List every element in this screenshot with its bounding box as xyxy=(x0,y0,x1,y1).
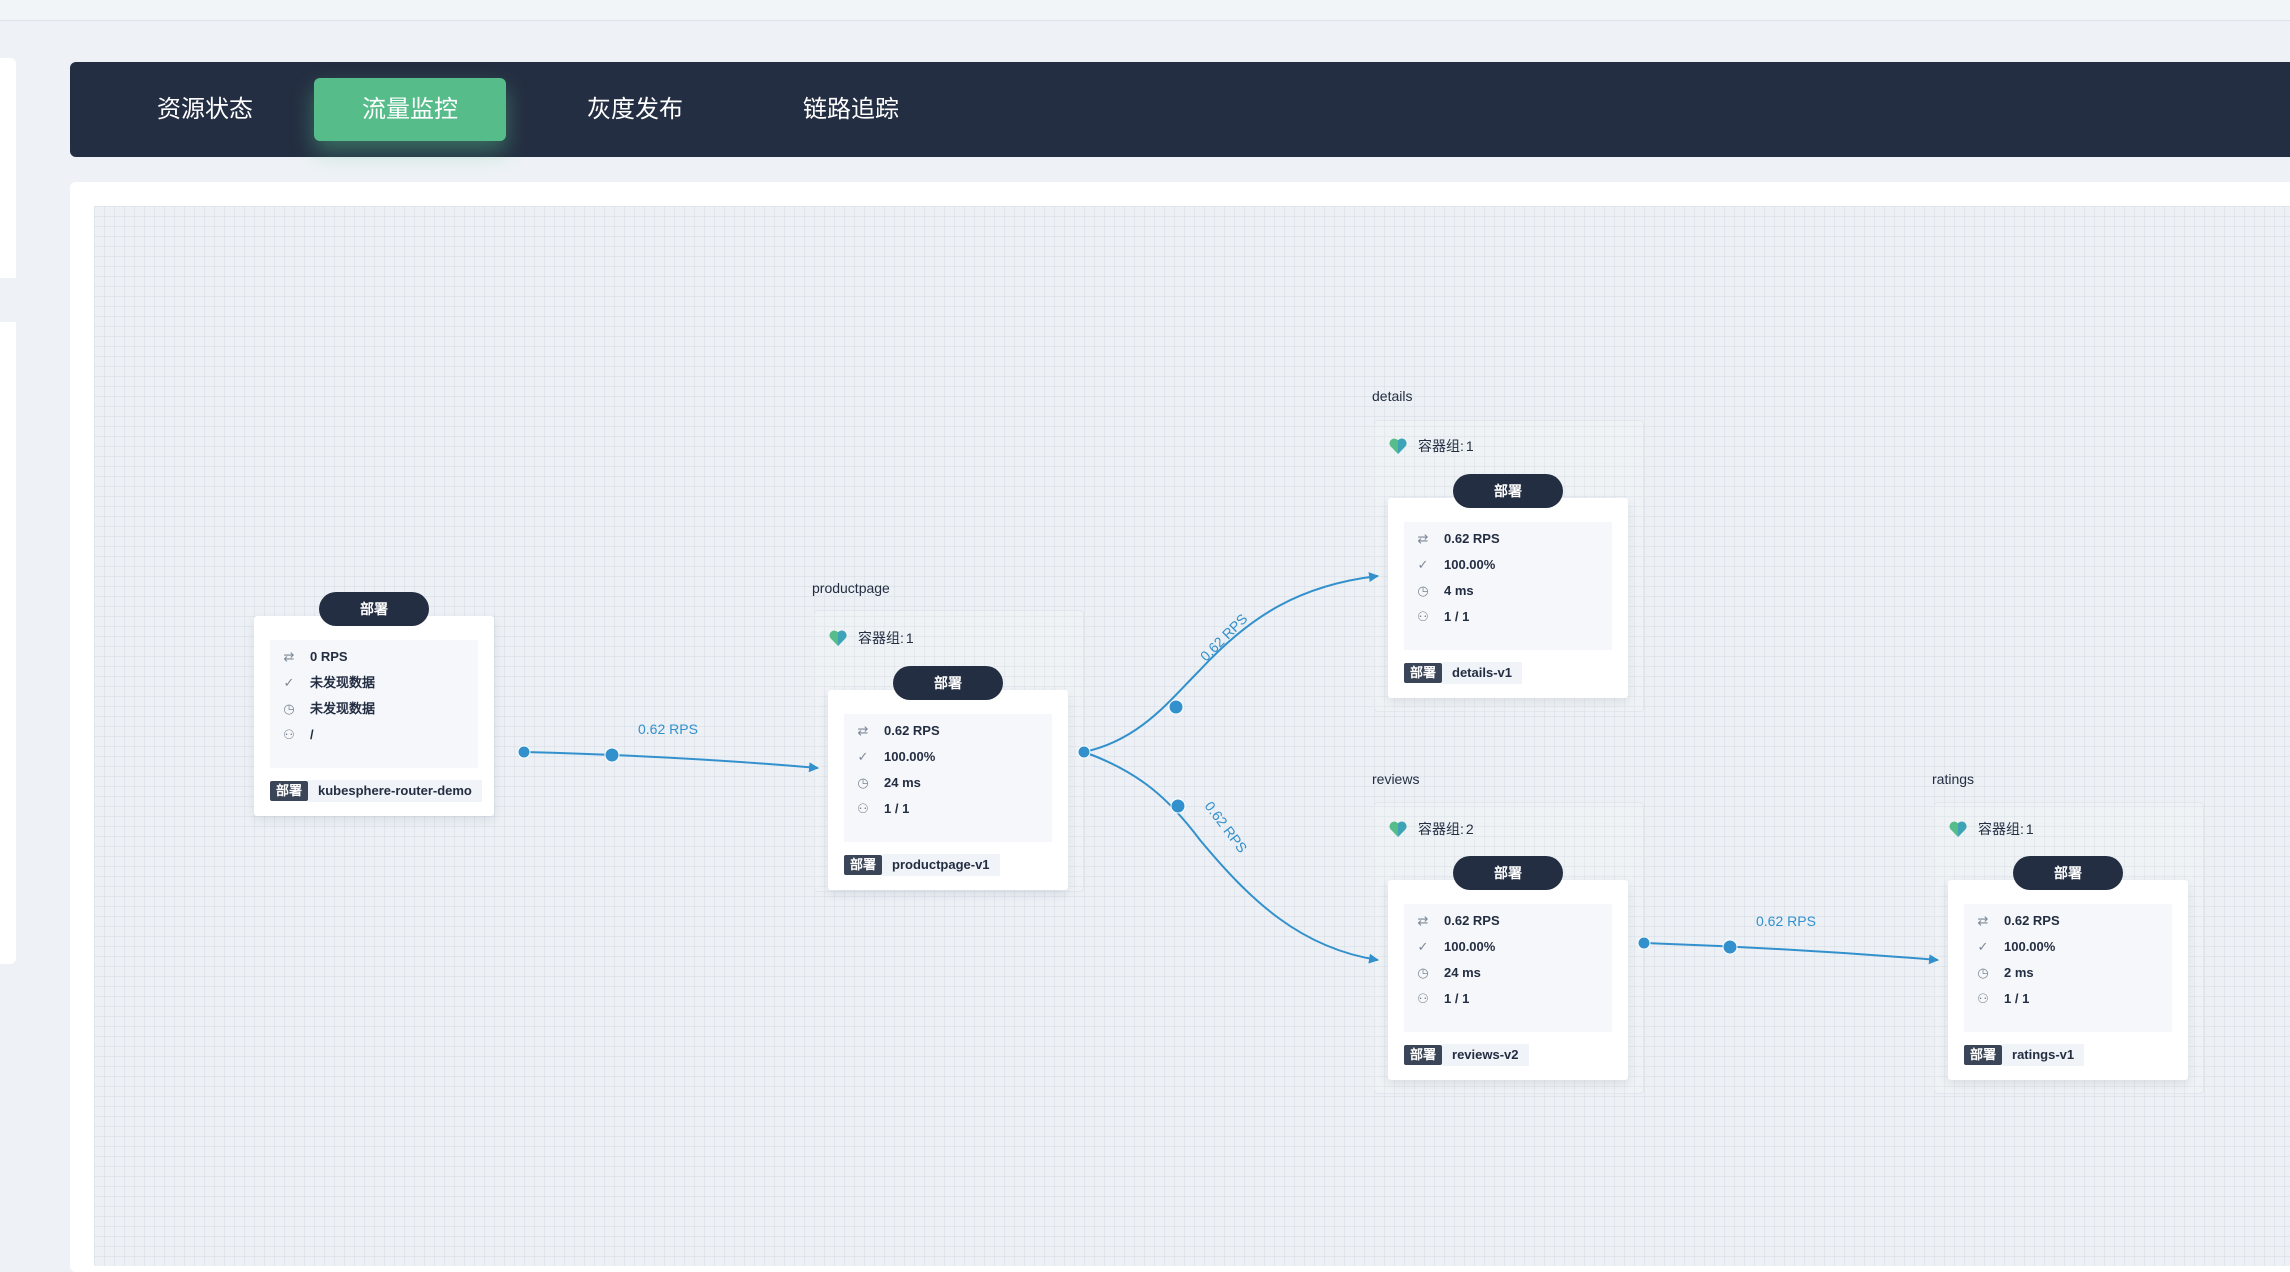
edge-label-router-productpage: 0.62 RPS xyxy=(638,721,698,737)
arrows-icon: ⇄ xyxy=(857,723,869,738)
node-footer: 部署 kubesphere-router-demo xyxy=(270,780,482,802)
arrows-icon: ⇄ xyxy=(1417,531,1429,546)
workload-tag: 部署 xyxy=(1964,1045,2003,1065)
check-icon: ✓ xyxy=(1977,939,1989,954)
edge-start-dot xyxy=(517,745,531,759)
edge-productpage-details[interactable] xyxy=(1083,572,1379,753)
node-stats: ⇄ 0.62 RPS ✓ 100.00% ◷ 4 ms ⚇ 1 / 1 xyxy=(1404,522,1612,650)
edge-router-productpage[interactable] xyxy=(523,751,819,773)
edge-mid-dot[interactable] xyxy=(1168,699,1184,715)
pods-icon: ⚇ xyxy=(1417,991,1429,1006)
node-stats: ⇄ 0 RPS ✓ 未发现数据 ◷ 未发现数据 ⚇ / xyxy=(270,640,478,768)
clock-icon: ◷ xyxy=(1977,965,1989,980)
node-kubesphere-router-demo[interactable]: 部署 ⇄ 0 RPS ✓ 未发现数据 ◷ 未发现数据 ⚇ / 部署 kubesphere… xyxy=(254,592,494,816)
edge-start-dot xyxy=(1637,936,1651,950)
pods-icon: ⚇ xyxy=(1977,991,1989,1006)
node-footer: 部署 productpage-v1 xyxy=(844,854,1000,876)
workload-tag: 部署 xyxy=(1404,663,1443,683)
workload-name[interactable]: productpage-v1 xyxy=(882,854,1000,876)
edge-productpage-reviews[interactable] xyxy=(1083,751,1379,964)
node-footer: 部署 ratings-v1 xyxy=(1964,1044,2085,1066)
workload-tag: 部署 xyxy=(1404,1045,1443,1065)
pods-icon: ⚇ xyxy=(857,801,869,816)
node-footer: 部署 details-v1 xyxy=(1404,662,1522,684)
node-stats: ⇄ 0.62 RPS ✓ 100.00% ◷ 24 ms ⚇ 1 / 1 xyxy=(844,714,1052,842)
node-ratings-v1[interactable]: 部署 ⇄ 0.62 RPS ✓ 100.00% ◷ 2 ms ⚇ 1 / 1 部署 ra… xyxy=(1948,856,2188,1080)
workload-tag: 部署 xyxy=(844,855,883,875)
edge-mid-dot[interactable] xyxy=(1722,939,1738,955)
workload-kind-pill: 部署 xyxy=(2013,856,2123,890)
workload-kind-pill: 部署 xyxy=(1453,474,1563,508)
edge-label-reviews-ratings: 0.62 RPS xyxy=(1756,913,1816,929)
node-stats: ⇄ 0.62 RPS ✓ 100.00% ◷ 24 ms ⚇ 1 / 1 xyxy=(1404,904,1612,1032)
workload-kind-pill: 部署 xyxy=(1453,856,1563,890)
node-stats: ⇄ 0.62 RPS ✓ 100.00% ◷ 2 ms ⚇ 1 / 1 xyxy=(1964,904,2172,1032)
arrows-icon: ⇄ xyxy=(283,649,295,664)
edge-label-productpage-reviews: 0.62 RPS xyxy=(1202,798,1251,855)
clock-icon: ◷ xyxy=(283,701,295,716)
clock-icon: ◷ xyxy=(857,775,869,790)
arrows-icon: ⇄ xyxy=(1977,913,1989,928)
clock-icon: ◷ xyxy=(1417,965,1429,980)
workload-name[interactable]: kubesphere-router-demo xyxy=(308,780,482,802)
check-icon: ✓ xyxy=(1417,939,1429,954)
arrows-icon: ⇄ xyxy=(1417,913,1429,928)
workload-tag: 部署 xyxy=(270,781,309,801)
workload-name[interactable]: ratings-v1 xyxy=(2002,1044,2085,1066)
workload-kind-pill: 部署 xyxy=(319,592,429,626)
check-icon: ✓ xyxy=(857,749,869,764)
workload-kind-pill: 部署 xyxy=(893,666,1003,700)
clock-icon: ◷ xyxy=(1417,583,1429,598)
node-details-v1[interactable]: 部署 ⇄ 0.62 RPS ✓ 100.00% ◷ 4 ms ⚇ 1 / 1 部署 de… xyxy=(1388,474,1628,698)
workload-name[interactable]: reviews-v2 xyxy=(1442,1044,1529,1066)
edge-label-productpage-details: 0.62 RPS xyxy=(1197,610,1251,664)
check-icon: ✓ xyxy=(283,675,295,690)
node-footer: 部署 reviews-v2 xyxy=(1404,1044,1529,1066)
node-reviews-v2[interactable]: 部署 ⇄ 0.62 RPS ✓ 100.00% ◷ 24 ms ⚇ 1 / 1 部署 r… xyxy=(1388,856,1628,1080)
workload-name[interactable]: details-v1 xyxy=(1442,662,1522,684)
pods-icon: ⚇ xyxy=(1417,609,1429,624)
edge-mid-dot[interactable] xyxy=(604,747,620,763)
node-productpage-v1[interactable]: 部署 ⇄ 0.62 RPS ✓ 100.00% ◷ 24 ms ⚇ 1 / 1 部署 p… xyxy=(828,666,1068,890)
edge-reviews-ratings[interactable] xyxy=(1643,942,1939,965)
edge-mid-dot[interactable] xyxy=(1170,798,1186,814)
pods-icon: ⚇ xyxy=(283,727,295,742)
check-icon: ✓ xyxy=(1417,557,1429,572)
edge-start-dot xyxy=(1077,745,1091,759)
